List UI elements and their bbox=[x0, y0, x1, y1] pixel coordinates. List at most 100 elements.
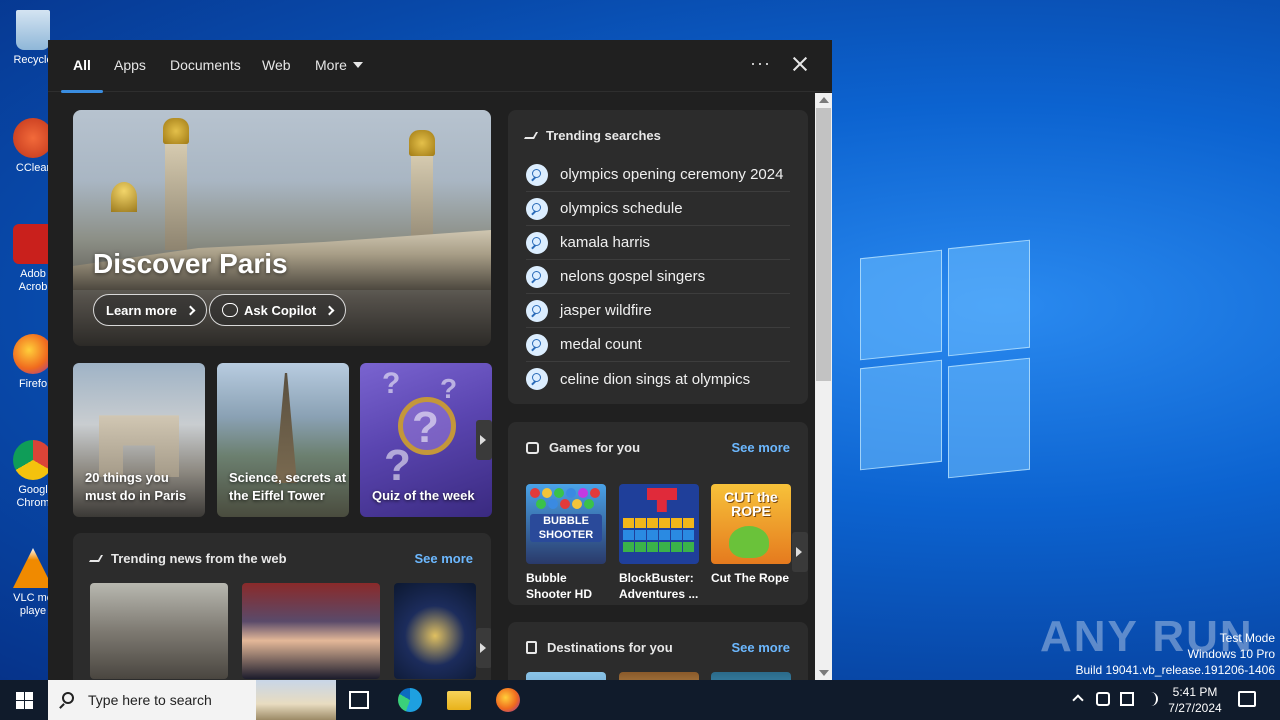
search-icon bbox=[526, 333, 548, 356]
tab-more[interactable]: More bbox=[315, 57, 363, 92]
game-cut-the-rope[interactable]: CUT the ROPE Cut The Rope bbox=[711, 484, 791, 586]
caret-down-icon bbox=[352, 62, 363, 68]
destinations-see-more-link[interactable]: See more bbox=[731, 640, 790, 655]
search-highlight-image bbox=[256, 680, 336, 720]
trending-search-item[interactable]: medal count bbox=[526, 328, 790, 362]
trending-searches-card: Trending searches olympics opening cerem… bbox=[508, 110, 808, 404]
notifications-icon[interactable] bbox=[1238, 691, 1256, 707]
search-icon bbox=[526, 231, 548, 254]
games-title: Games for you bbox=[526, 440, 640, 455]
search-placeholder: Type here to search bbox=[88, 692, 212, 708]
scrollbar-thumb[interactable] bbox=[816, 108, 831, 381]
chat-bubble-icon bbox=[222, 303, 238, 317]
game-thumbnail: CUT the ROPE bbox=[711, 484, 791, 564]
news-card-title: Trending news from the web bbox=[88, 551, 287, 566]
news-next-arrow-icon[interactable] bbox=[476, 628, 491, 668]
scrollbar[interactable] bbox=[815, 93, 832, 680]
news-thumbnail[interactable] bbox=[242, 583, 380, 679]
game-controller-icon bbox=[526, 441, 539, 454]
hero-title: Discover Paris bbox=[93, 248, 288, 279]
destination-thumbnail[interactable] bbox=[711, 672, 791, 680]
trending-search-item[interactable]: nelons gospel singers bbox=[526, 260, 790, 294]
game-name: Cut The Rope bbox=[711, 571, 789, 585]
game-blockbuster[interactable]: BlockBuster: Adventures ... bbox=[619, 484, 699, 602]
trending-search-item[interactable]: celine dion sings at olympics bbox=[526, 362, 790, 396]
destination-thumbnail[interactable] bbox=[526, 672, 606, 680]
tab-documents[interactable]: Documents bbox=[170, 57, 241, 92]
game-thumbnail bbox=[619, 484, 699, 564]
hero-discover-paris[interactable]: Discover Paris Learn more Ask Copilot bbox=[73, 110, 491, 346]
search-tabs: All Apps Documents Web More ··· bbox=[48, 40, 832, 93]
tile-caption: Science, secrets at the Eiffel Tower bbox=[229, 470, 347, 503]
chevron-right-icon bbox=[185, 305, 196, 315]
news-see-more-link[interactable]: See more bbox=[414, 551, 473, 566]
chevron-right-icon bbox=[324, 305, 335, 315]
recycle-bin-icon bbox=[16, 10, 50, 50]
test-mode-info: Test Mode Windows 10 Pro Build 19041.vb_… bbox=[1075, 631, 1276, 677]
windows-logo-wallpaper bbox=[860, 239, 1035, 480]
games-next-arrow-icon[interactable] bbox=[792, 532, 808, 572]
taskbar: Type here to search 5:41 PM 7/27/2024 bbox=[0, 680, 1280, 720]
clock[interactable]: 5:41 PM 7/27/2024 bbox=[1160, 684, 1230, 716]
ellipsis-icon[interactable]: ··· bbox=[750, 53, 771, 74]
destinations-title: Destinations for you bbox=[526, 640, 673, 655]
tiles-next-arrow-icon[interactable] bbox=[476, 420, 492, 460]
show-hidden-icons-chevron-icon[interactable] bbox=[1072, 694, 1084, 706]
destinations-card: Destinations for you See more bbox=[508, 622, 808, 680]
ask-copilot-button[interactable]: Ask Copilot bbox=[209, 294, 347, 326]
scroll-down-arrow-icon[interactable] bbox=[819, 670, 829, 676]
suitcase-icon bbox=[526, 641, 537, 654]
chrome-icon bbox=[13, 440, 53, 480]
tab-web[interactable]: Web bbox=[262, 57, 291, 92]
close-icon[interactable] bbox=[790, 54, 810, 74]
firefox-icon bbox=[13, 334, 53, 374]
volume-icon[interactable] bbox=[1144, 692, 1158, 706]
tab-apps[interactable]: Apps bbox=[114, 57, 146, 92]
tab-more-label: More bbox=[315, 57, 347, 73]
trending-searches-title: Trending searches bbox=[523, 128, 661, 143]
vlc-icon bbox=[13, 548, 53, 588]
search-icon bbox=[526, 299, 548, 322]
games-card: Games for you See more BUBBLE SHOOTER Bu… bbox=[508, 422, 808, 605]
news-thumbnail[interactable] bbox=[90, 583, 228, 679]
destination-thumbnail[interactable] bbox=[619, 672, 699, 680]
acrobat-icon bbox=[13, 224, 53, 264]
tile-caption: 20 things you must do in Paris bbox=[85, 470, 187, 503]
tab-all[interactable]: All bbox=[61, 57, 103, 93]
tile-paris-things[interactable]: 20 things you must do in Paris bbox=[73, 363, 205, 517]
scroll-up-arrow-icon[interactable] bbox=[819, 97, 829, 103]
firefox-icon[interactable] bbox=[496, 688, 520, 712]
search-icon bbox=[62, 692, 74, 704]
games-see-more-link[interactable]: See more bbox=[731, 440, 790, 455]
search-icon bbox=[526, 265, 548, 288]
trending-search-item[interactable]: olympics schedule bbox=[526, 192, 790, 226]
start-button[interactable] bbox=[0, 680, 48, 720]
tile-eiffel-tower[interactable]: Science, secrets at the Eiffel Tower bbox=[217, 363, 349, 517]
search-icon bbox=[526, 197, 548, 220]
network-icon[interactable] bbox=[1120, 692, 1134, 706]
trending-news-card: Trending news from the web See more bbox=[73, 533, 491, 680]
news-thumbnail[interactable] bbox=[394, 583, 476, 679]
game-name: BlockBuster: Adventures ... bbox=[619, 571, 699, 601]
learn-more-button[interactable]: Learn more bbox=[93, 294, 207, 326]
game-thumbnail: BUBBLE SHOOTER bbox=[526, 484, 606, 564]
search-icon bbox=[526, 163, 548, 186]
trending-arrow-icon bbox=[88, 555, 104, 562]
trending-search-item[interactable]: olympics opening ceremony 2024 bbox=[526, 158, 790, 192]
ccleaner-icon bbox=[13, 118, 53, 158]
trending-search-item[interactable]: kamala harris bbox=[526, 226, 790, 260]
tile-caption: Quiz of the week bbox=[372, 488, 475, 503]
search-panel: All Apps Documents Web More ··· Discover… bbox=[48, 40, 832, 680]
edge-icon[interactable] bbox=[398, 688, 422, 712]
tile-quiz[interactable]: ? ? ? ? Quiz of the week bbox=[360, 363, 492, 517]
game-name: Bubble Shooter HD bbox=[526, 571, 592, 601]
dome-image bbox=[111, 182, 137, 212]
task-view-icon[interactable] bbox=[349, 691, 369, 709]
game-bubble-shooter[interactable]: BUBBLE SHOOTER Bubble Shooter HD bbox=[526, 484, 606, 602]
trending-arrow-icon bbox=[523, 132, 539, 139]
file-explorer-icon[interactable] bbox=[447, 691, 471, 710]
trending-search-item[interactable]: jasper wildfire bbox=[526, 294, 790, 328]
device-icon[interactable] bbox=[1096, 692, 1110, 706]
search-icon bbox=[526, 368, 548, 390]
taskbar-search-box[interactable]: Type here to search bbox=[48, 680, 336, 720]
